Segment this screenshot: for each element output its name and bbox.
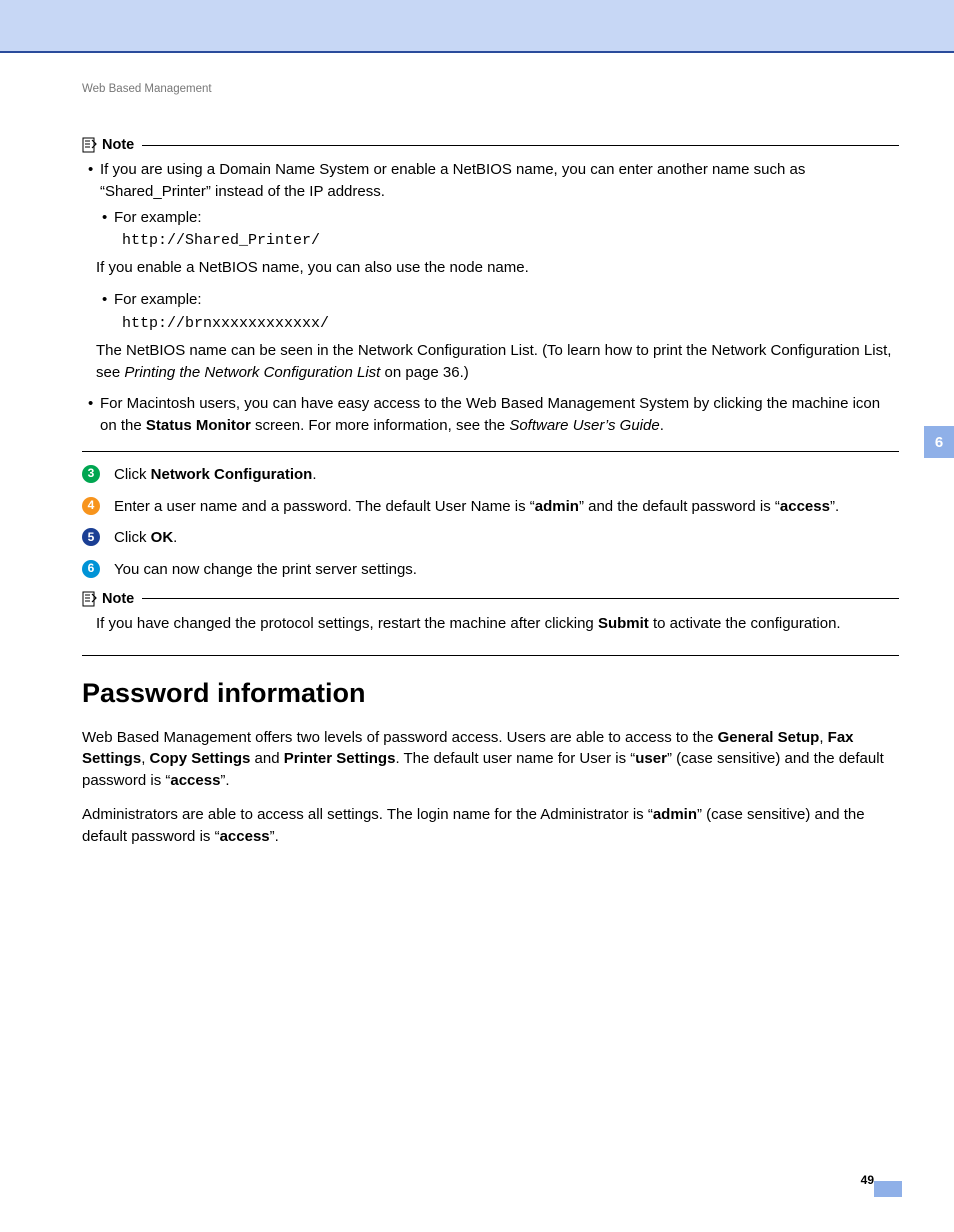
- page-number: 49: [861, 1173, 874, 1187]
- running-header: Web Based Management: [82, 83, 899, 95]
- step-6-text: You can now change the print server sett…: [114, 559, 899, 581]
- ref-link: Printing the Network Configuration List: [124, 364, 380, 381]
- note-icon: [82, 137, 98, 153]
- note1-bullet1: • If you are using a Domain Name System …: [82, 159, 899, 203]
- note-header: Note: [82, 137, 899, 153]
- step-4-text: Enter a user name and a password. The de…: [114, 496, 899, 518]
- access-label: access: [780, 498, 830, 515]
- note-rule: [142, 598, 899, 599]
- admin-label: admin: [535, 498, 579, 515]
- note1-bullet1-text: If you are using a Domain Name System or…: [100, 159, 899, 203]
- note2-text: If you have changed the protocol setting…: [96, 613, 899, 635]
- admin-password-label: access: [220, 828, 270, 845]
- note1-example2: • For example:: [96, 289, 899, 311]
- step-3: 3 Click Network Configuration.: [82, 464, 899, 486]
- note1-example1: • For example:: [96, 207, 899, 229]
- mac-text: For Macintosh users, you can have easy a…: [100, 393, 899, 437]
- txt: ”.: [830, 498, 839, 515]
- top-band: [0, 0, 954, 53]
- section-p2: Administrators are able to access all se…: [82, 804, 899, 848]
- page-content: Web Based Management Note • If you are u…: [0, 53, 954, 847]
- txt: ”.: [220, 772, 229, 789]
- txt: Web Based Management offers two levels o…: [82, 729, 718, 746]
- netbios-line: If you enable a NetBIOS name, you can al…: [96, 257, 899, 279]
- step-6: 6 You can now change the print server se…: [82, 559, 899, 581]
- copy-settings-label: Copy Settings: [150, 750, 251, 767]
- note-block-1: Note • If you are using a Domain Name Sy…: [82, 137, 899, 452]
- txt: ” and the default password is “: [579, 498, 780, 515]
- txt: on page 36.): [380, 364, 468, 381]
- step-badge-6: 6: [82, 560, 100, 578]
- txt: Click: [114, 466, 151, 483]
- section-heading: Password information: [82, 678, 899, 709]
- code-line-1: http://Shared_Printer/: [122, 232, 899, 249]
- section-p1: Web Based Management offers two levels o…: [82, 727, 899, 792]
- step-5: 5 Click OK.: [82, 527, 899, 549]
- txt: to activate the configuration.: [649, 615, 841, 632]
- bullet-dot: •: [82, 159, 100, 203]
- step-badge-4: 4: [82, 497, 100, 515]
- ok-label: OK: [151, 529, 174, 546]
- printer-settings-label: Printer Settings: [284, 750, 396, 767]
- txt: .: [660, 417, 664, 434]
- note-label: Note: [102, 137, 134, 153]
- step-badge-5: 5: [82, 528, 100, 546]
- status-monitor-label: Status Monitor: [146, 417, 251, 434]
- txt: screen. For more information, see the: [251, 417, 509, 434]
- txt: Click: [114, 529, 151, 546]
- software-guide-ref: Software User’s Guide: [509, 417, 659, 434]
- admin-login-label: admin: [653, 806, 697, 823]
- txt: and: [250, 750, 283, 767]
- bullet-dot: •: [96, 289, 114, 311]
- note-rule: [142, 145, 899, 146]
- txt: If you have changed the protocol setting…: [96, 615, 598, 632]
- step-5-text: Click OK.: [114, 527, 899, 549]
- for-example-text: For example:: [114, 207, 899, 229]
- submit-label: Submit: [598, 615, 649, 632]
- txt: ,: [819, 729, 827, 746]
- bullet-dot: •: [82, 393, 100, 437]
- network-config-label: Network Configuration: [151, 466, 313, 483]
- footer-block: [874, 1181, 902, 1197]
- note-header-2: Note: [82, 591, 899, 607]
- txt: . The default user name for User is “: [395, 750, 635, 767]
- note-block-2: Note If you have changed the protocol se…: [82, 591, 899, 656]
- general-setup-label: General Setup: [718, 729, 820, 746]
- step-4: 4 Enter a user name and a password. The …: [82, 496, 899, 518]
- step-badge-3: 3: [82, 465, 100, 483]
- txt: .: [173, 529, 177, 546]
- netbios-list-text: The NetBIOS name can be seen in the Netw…: [96, 340, 899, 384]
- code-line-2: http://brnxxxxxxxxxxxx/: [122, 315, 899, 332]
- note-icon: [82, 591, 98, 607]
- txt: Administrators are able to access all se…: [82, 806, 653, 823]
- txt: ,: [141, 750, 149, 767]
- for-example-text-2: For example:: [114, 289, 899, 311]
- txt: .: [312, 466, 316, 483]
- step-3-text: Click Network Configuration.: [114, 464, 899, 486]
- password-access-label: access: [170, 772, 220, 789]
- bullet-dot: •: [96, 207, 114, 229]
- username-user-label: user: [635, 750, 667, 767]
- txt: ”.: [270, 828, 279, 845]
- footer: 49: [0, 1167, 954, 1197]
- note1-mac-bullet: • For Macintosh users, you can have easy…: [82, 393, 899, 437]
- txt: Enter a user name and a password. The de…: [114, 498, 535, 515]
- note-label-2: Note: [102, 591, 134, 607]
